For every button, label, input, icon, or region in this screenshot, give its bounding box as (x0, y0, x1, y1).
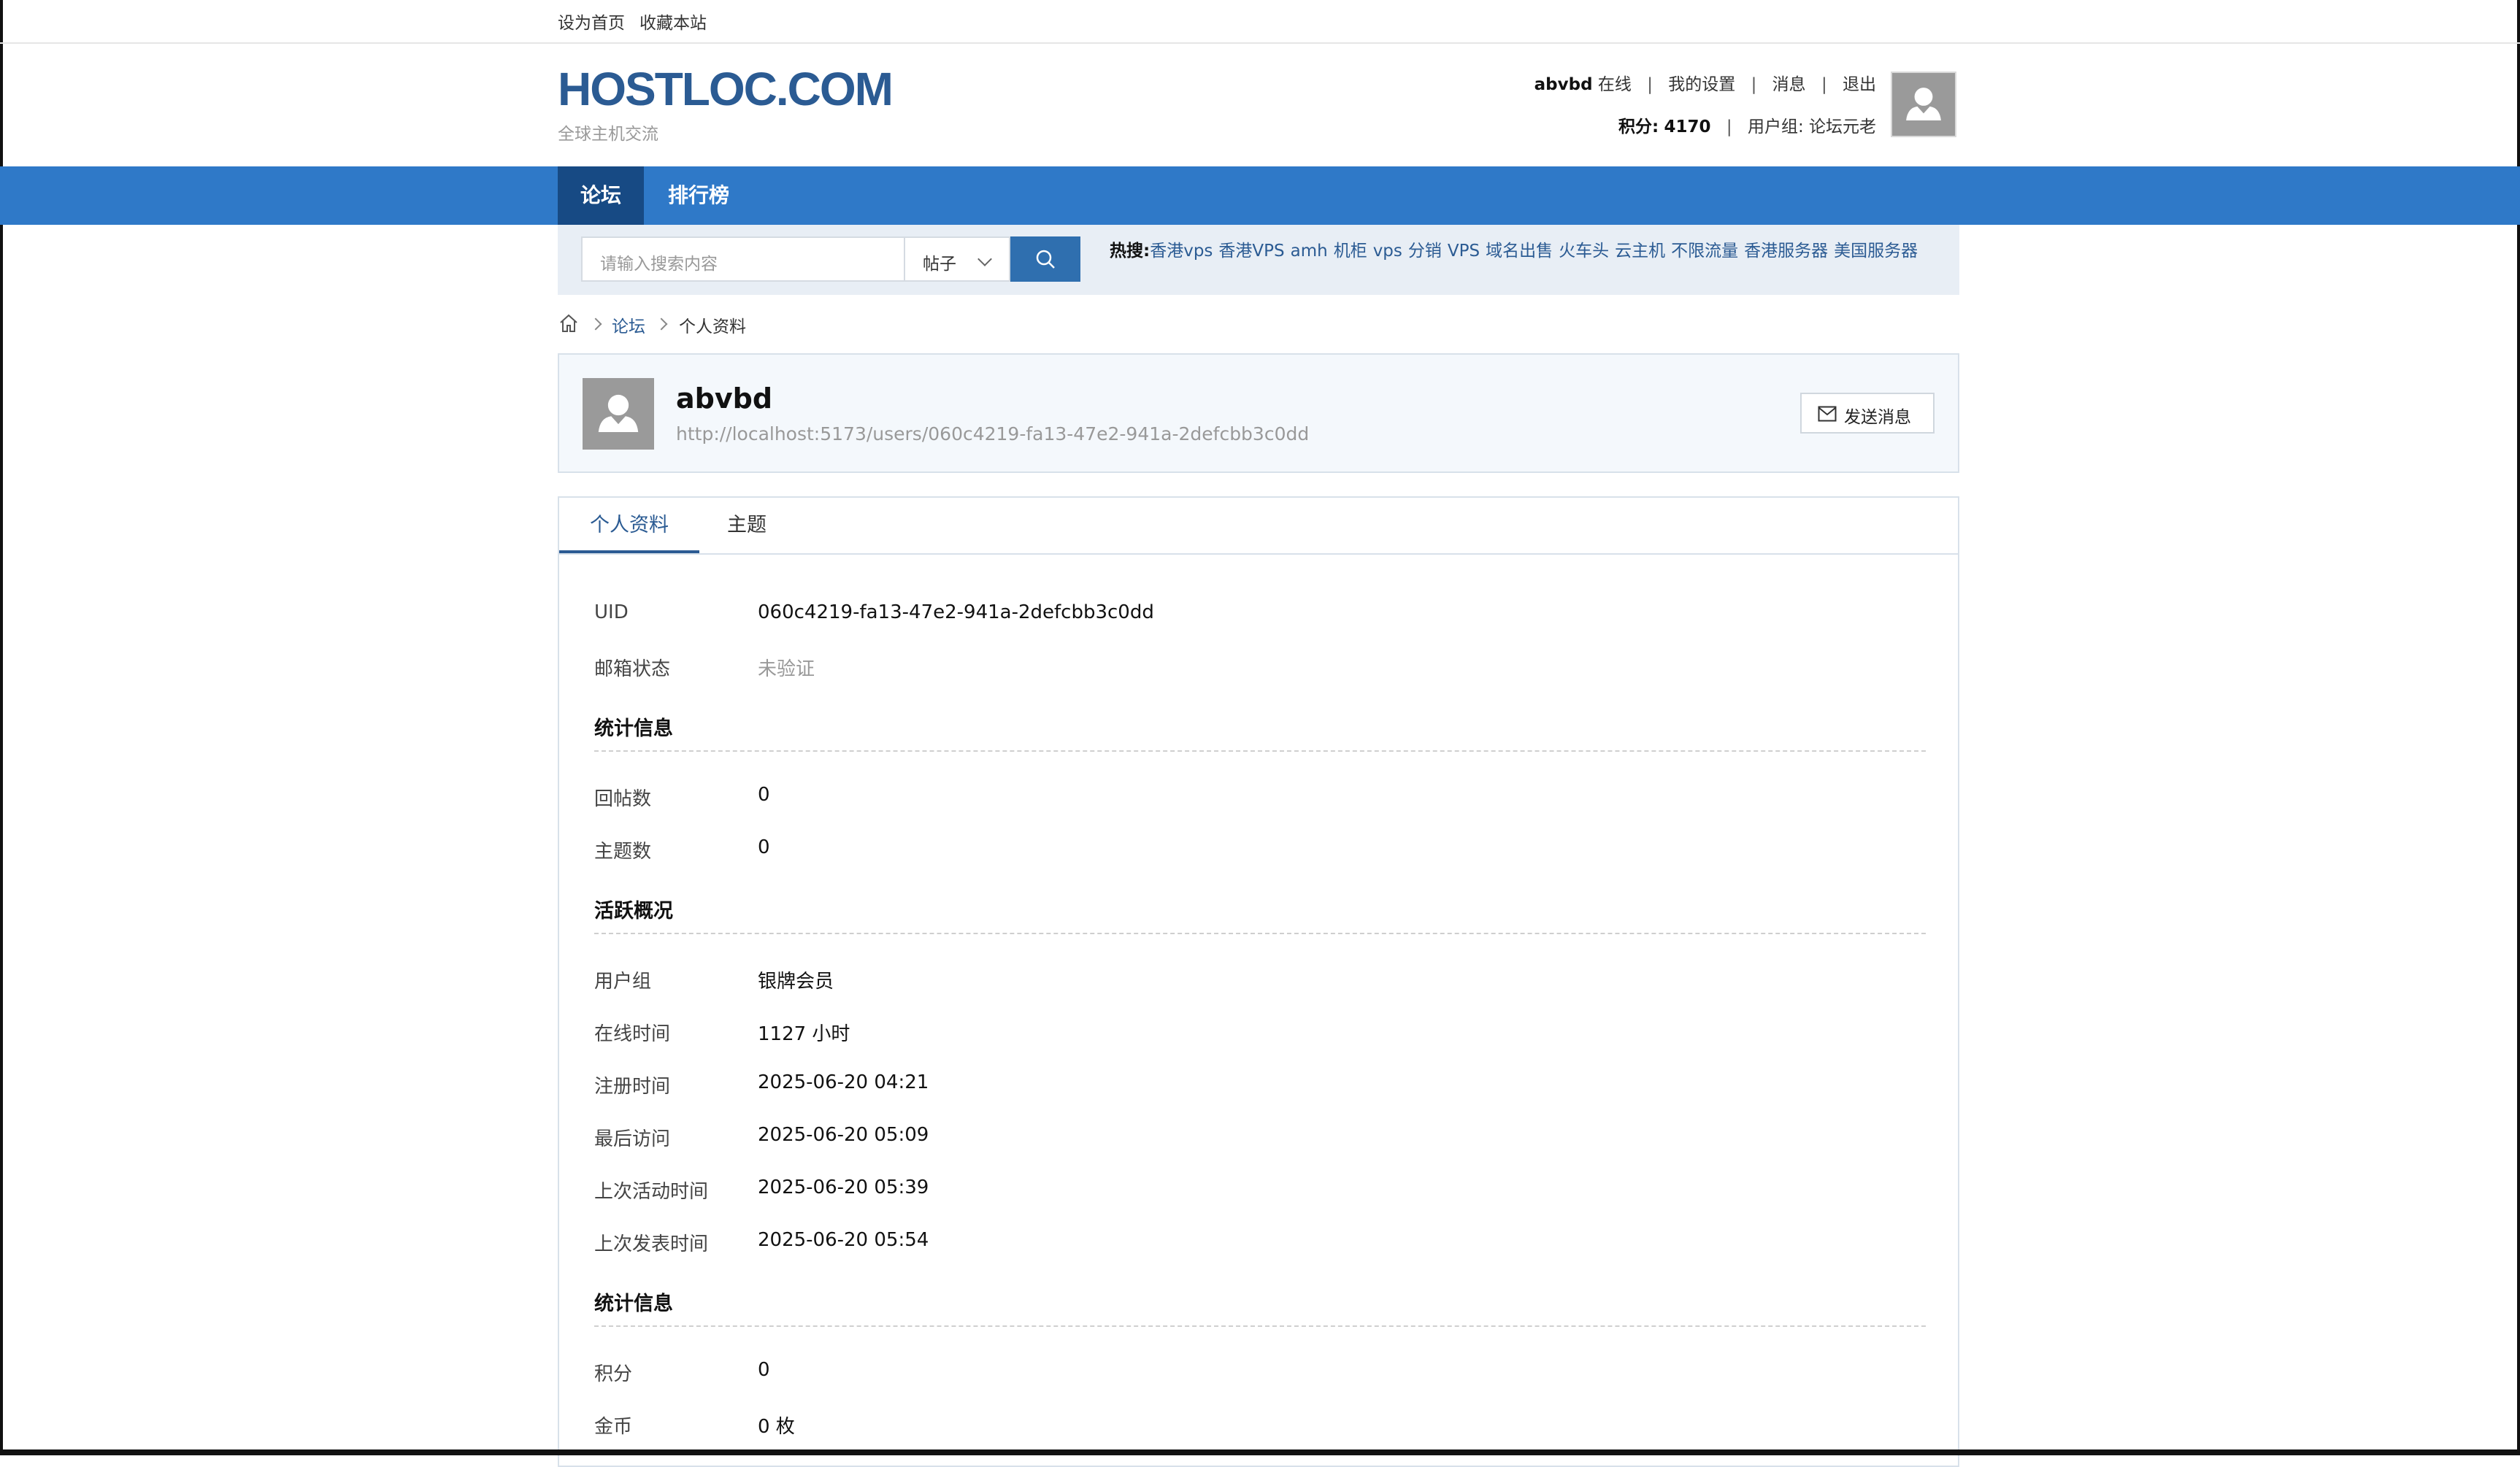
detail-label: UID (594, 601, 629, 623)
credit-value: 4170 (1664, 118, 1711, 136)
detail-value: 060c4219-fa13-47e2-941a-2defcbb3c0dd (758, 601, 1154, 623)
detail-label: 最后访问 (594, 1128, 671, 1150)
search-icon (1036, 250, 1055, 269)
profile-url: http://localhost:5173/users/060c4219-fa1… (676, 423, 1310, 444)
hot-term[interactable]: VPS (1448, 242, 1480, 261)
section-title: 统计信息 (594, 1293, 673, 1315)
send-message-button[interactable]: 发送消息 (1800, 393, 1935, 434)
detail-label: 金币 (594, 1416, 633, 1438)
send-message-label: 发送消息 (1844, 408, 1911, 427)
detail-value: 0 (758, 784, 770, 806)
group-label: 用户组: (1747, 118, 1804, 136)
bookmark-site-link[interactable]: 收藏本站 (639, 9, 707, 34)
hot-term[interactable]: 香港VPS (1218, 242, 1284, 261)
detail-label: 在线时间 (594, 1023, 671, 1045)
detail-value: 2025-06-20 05:54 (758, 1229, 929, 1251)
set-homepage-link[interactable]: 设为首页 (558, 9, 625, 34)
top-utility-bar: 设为首页 收藏本站 (0, 0, 2520, 44)
detail-value: 2025-06-20 04:21 (758, 1071, 929, 1093)
site-logo[interactable]: HOSTLOC.COM (558, 66, 894, 112)
tab-profile[interactable]: 个人资料 (559, 498, 699, 553)
detail-value: 2025-06-20 05:39 (758, 1177, 929, 1198)
detail-label: 用户组 (594, 971, 652, 993)
search-type-value: 帖子 (923, 255, 956, 274)
detail-label: 回帖数 (594, 788, 652, 810)
window-frame-bottom (0, 1449, 2520, 1455)
detail-value: 0 枚 (758, 1416, 795, 1438)
logout-link[interactable]: 退出 (1843, 75, 1876, 94)
profile-tabs: 个人资料 主题 (559, 498, 1958, 555)
hot-term[interactable]: 云主机 (1615, 242, 1665, 261)
detail-value: 未验证 (758, 658, 815, 680)
breadcrumb-forum[interactable]: 论坛 (612, 312, 645, 337)
detail-value: 0 (758, 836, 770, 858)
tab-threads[interactable]: 主题 (699, 498, 794, 553)
detail-value: 银牌会员 (758, 971, 834, 993)
user-silhouette-icon (1892, 73, 1955, 136)
detail-label: 上次活动时间 (594, 1181, 709, 1203)
detail-label: 上次发表时间 (594, 1233, 709, 1255)
my-settings-link[interactable]: 我的设置 (1668, 75, 1735, 94)
chevron-right-icon (655, 317, 668, 331)
hot-term[interactable]: 香港服务器 (1744, 242, 1828, 261)
user-credit-line: 积分: 4170 | 用户组: 论坛元老 (1618, 118, 1876, 136)
mail-icon (1818, 406, 1837, 422)
online-status: 在线 (1597, 75, 1632, 94)
hot-search-label: 热搜: (1110, 242, 1150, 261)
site-slogan: 全球主机交流 (558, 125, 658, 144)
group-value: 论坛元老 (1809, 118, 1876, 136)
hot-term[interactable]: 香港vps (1150, 242, 1213, 261)
profile-content: 个人资料 主题 UID 060c4219-fa13-47e2-941a-2def… (558, 496, 1959, 1467)
hot-term[interactable]: 分销 (1408, 242, 1442, 261)
detail-label: 积分 (594, 1363, 633, 1385)
hot-term[interactable]: 域名出售 (1486, 242, 1553, 261)
chevron-right-icon (589, 317, 602, 331)
credit-label: 积分: (1618, 118, 1659, 136)
hot-term[interactable]: 机柜 (1334, 242, 1367, 261)
section-title: 统计信息 (594, 717, 673, 740)
home-icon[interactable] (558, 312, 580, 339)
hot-term[interactable]: 不限流量 (1671, 242, 1738, 261)
section-title: 活跃概况 (594, 900, 673, 923)
nav-leaderboard[interactable]: 排行榜 (644, 166, 753, 225)
search-bar: 请输入搜索内容 帖子 热搜:香港vps 香港VPS amh 机柜 vps 分销 VPS 域名出… (558, 225, 1959, 295)
hot-term[interactable]: 美国服务器 (1834, 242, 1918, 261)
breadcrumb-current: 个人资料 (679, 317, 746, 336)
hot-term[interactable]: vps (1373, 242, 1402, 261)
profile-header-card: abvbd http://localhost:5173/users/060c42… (558, 353, 1959, 473)
detail-label: 主题数 (594, 841, 652, 863)
main-nav: 论坛 排行榜 (0, 166, 2520, 225)
hot-search-terms: 热搜:香港vps 香港VPS amh 机柜 vps 分销 VPS 域名出售 火车头 云主机 不限流量… (1110, 236, 1924, 261)
search-type-select[interactable]: 帖子 (905, 236, 1010, 282)
detail-value: 2025-06-20 05:09 (758, 1124, 929, 1146)
profile-username: abvbd (676, 382, 773, 415)
detail-label: 注册时间 (594, 1076, 671, 1098)
hot-term[interactable]: 火车头 (1559, 242, 1609, 261)
section-stats-2: 统计信息 (594, 1287, 1926, 1327)
search-button[interactable] (1010, 236, 1080, 282)
hot-term[interactable]: amh (1291, 242, 1328, 261)
header-username[interactable]: abvbd (1534, 75, 1593, 94)
section-stats: 统计信息 (594, 712, 1926, 752)
user-status-line: abvbd 在线 | 我的设置 | 消息 | 退出 (1534, 75, 1876, 94)
section-activity: 活跃概况 (594, 895, 1926, 934)
chevron-down-icon (977, 252, 992, 266)
detail-value: 1127 小时 (758, 1023, 850, 1045)
messages-link[interactable]: 消息 (1772, 75, 1806, 94)
search-input[interactable]: 请输入搜索内容 (581, 236, 905, 282)
nav-forum[interactable]: 论坛 (558, 166, 644, 225)
profile-avatar (583, 378, 654, 450)
detail-label: 邮箱状态 (594, 658, 671, 680)
detail-value: 0 (758, 1359, 770, 1381)
user-silhouette-icon (583, 378, 654, 450)
header-avatar[interactable] (1891, 72, 1956, 137)
